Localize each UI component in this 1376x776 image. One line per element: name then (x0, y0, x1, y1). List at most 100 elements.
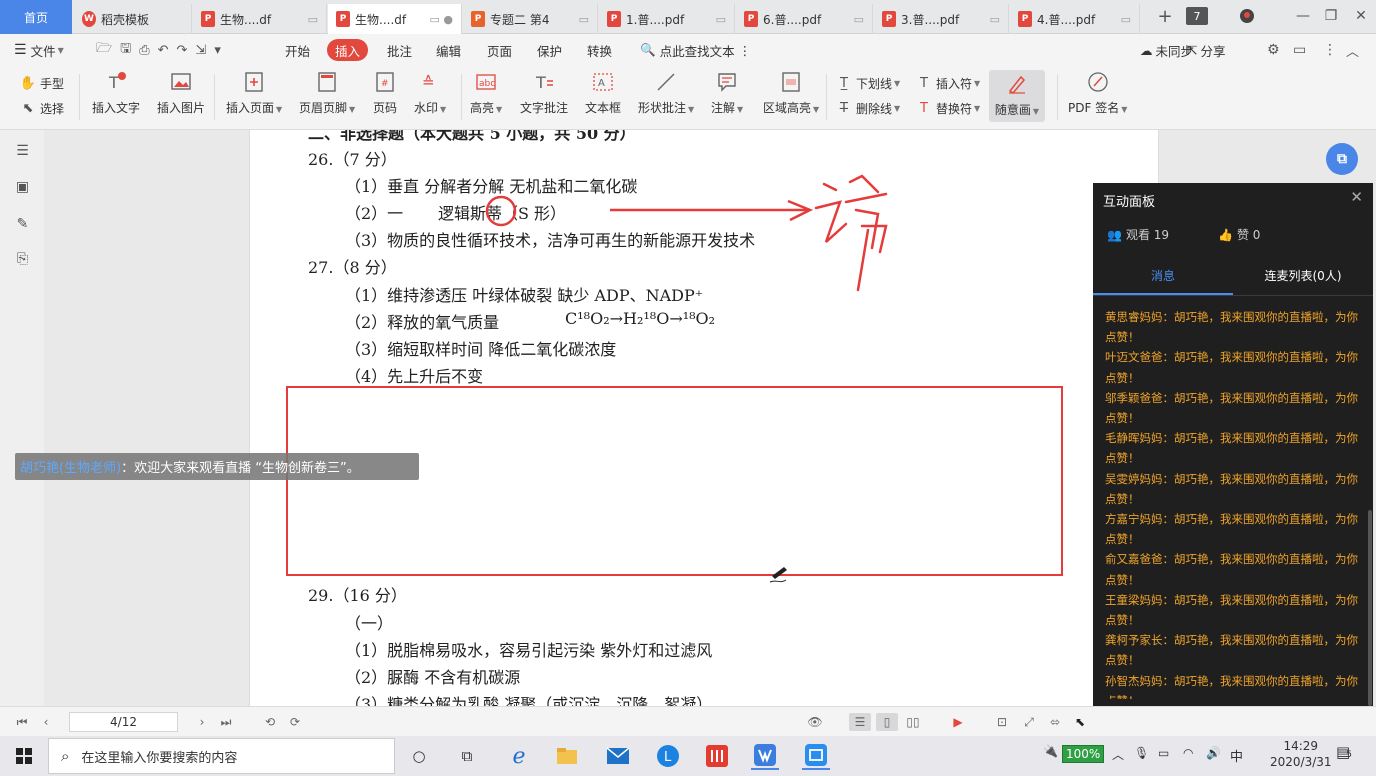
last-page-icon[interactable]: ⏭ (218, 713, 234, 731)
more-icon[interactable]: ⋮ (1323, 34, 1337, 66)
save-icon[interactable]: 🖫 (120, 39, 139, 61)
area-highlight-button[interactable]: 区域高亮 ▼ (763, 70, 819, 116)
export-icon[interactable]: ⇲ (195, 43, 214, 58)
forward-icon[interactable]: ⟳ (287, 713, 303, 731)
clock[interactable]: 14:29 2020/3/31 (1270, 739, 1332, 769)
menu-tab-insert[interactable]: 插入 (327, 39, 369, 61)
attachment-icon[interactable]: ⎘ (14, 250, 31, 267)
freehand-button[interactable]: 随意画 ▼ (989, 70, 1045, 122)
cortana-icon[interactable]: ○ (405, 742, 433, 770)
volume-icon[interactable]: 🔊 (1206, 746, 1221, 760)
message-list[interactable]: 黄思睿妈妈：胡巧艳，我来围观你的直播啦，为你点赞！ 叶迈文爸爸：胡巧艳，我来围观你… (1105, 307, 1363, 699)
message-scrollbar[interactable] (1368, 510, 1372, 706)
open-icon[interactable]: 🗁 (96, 39, 120, 61)
select-tool[interactable]: ⬉ 选择 (20, 100, 64, 117)
app-l-icon[interactable]: L (654, 742, 682, 770)
prev-page-icon[interactable]: ‹ (38, 713, 54, 731)
more-icon[interactable]: ▾ (214, 43, 229, 58)
floating-tool-icon[interactable]: ⧉ (1326, 143, 1358, 175)
edge-icon[interactable]: ℯ (505, 742, 533, 770)
tab-mic-list[interactable]: 连麦列表(0人) (1233, 267, 1373, 284)
collapse-ribbon-icon[interactable]: ︿ (1346, 34, 1359, 66)
menu-tab-edit[interactable]: 编辑 (436, 34, 461, 66)
tab-docer[interactable]: W 稻壳模板 (74, 4, 192, 34)
insert-text-button[interactable]: T 插入文字 (92, 70, 140, 116)
pdf-page[interactable]: 二、非选择题（本大题共 5 小题，共 50 分） 26.（7 分） （1）垂直 … (249, 130, 1159, 706)
single-page-icon[interactable]: ▯ (876, 713, 898, 731)
play-icon[interactable]: ▶ (948, 713, 968, 731)
share-button[interactable]: ⇱ 分享 (1187, 34, 1226, 66)
tab-home[interactable]: 首页 (0, 0, 72, 34)
continuous-view-icon[interactable]: ☰ (849, 713, 871, 731)
tab-document[interactable]: P 6.普....pdf ▭ (736, 4, 873, 34)
header-footer-button[interactable]: 页眉页脚 ▼ (299, 70, 355, 116)
hand-tool[interactable]: ✋ 手型 (20, 75, 64, 92)
taskbar-search[interactable]: ⌕ 在这里输入你要搜索的内容 (48, 738, 395, 774)
file-menu[interactable]: ☰ 文件 ▼ (14, 34, 64, 66)
close-icon[interactable]: ✕ (1350, 188, 1363, 206)
textbox-button[interactable]: A 文本框 (585, 70, 621, 116)
drawn-rectangle-annotation[interactable] (286, 386, 1063, 576)
insert-page-button[interactable]: 插入页面 ▼ (226, 70, 282, 116)
tab-document[interactable]: P 3.普....pdf ▭ (874, 4, 1009, 34)
task-view-icon[interactable]: ⧉ (453, 742, 481, 770)
thumbnail-icon[interactable]: ▣ (14, 178, 31, 195)
tab-document[interactable]: P 生物....df ▭ (193, 4, 327, 34)
quick-access-toolbar[interactable]: 🗁 🖫 ⎙ ↶ ↷ ⇲ ▾ (96, 34, 229, 66)
text-comment-button[interactable]: T 文字批注 (520, 70, 568, 116)
outline-icon[interactable]: ☰ (14, 142, 31, 159)
tab-messages[interactable]: 消息 (1093, 267, 1233, 284)
minimize-icon[interactable]: — (1290, 4, 1316, 28)
next-page-icon[interactable]: › (194, 713, 210, 731)
tab-document-active[interactable]: P 生物....df ▭ ● (328, 4, 462, 34)
windows-start-icon[interactable] (10, 742, 38, 770)
menu-tab-convert[interactable]: 转换 (587, 34, 612, 66)
menu-tab-protect[interactable]: 保护 (537, 34, 562, 66)
page-number-button[interactable]: # 页码 (373, 70, 397, 116)
battery-icon[interactable]: ▭ (1158, 746, 1169, 760)
replace-mark-button[interactable]: T 替换符 ▼ (916, 100, 980, 117)
highlight-button[interactable]: abc 高亮 ▼ (470, 70, 502, 116)
double-page-icon[interactable]: ▯▯ (902, 713, 924, 731)
live-app-icon[interactable] (802, 742, 830, 770)
sync-status[interactable]: ☁ 未同步 (1140, 34, 1193, 66)
comment-icon[interactable]: ▭ (1293, 34, 1306, 66)
like-count[interactable]: 👍 赞 0 (1218, 226, 1260, 243)
page-number-input[interactable]: 4/12 (69, 712, 178, 732)
undo-icon[interactable]: ↶ (158, 43, 177, 58)
tab-document[interactable]: P 4.普....pdf ▭ (1010, 4, 1140, 34)
annotation-list-icon[interactable]: ✎ (14, 215, 31, 232)
back-icon[interactable]: ⟲ (262, 713, 278, 731)
app-red-icon[interactable] (703, 742, 731, 770)
tab-document[interactable]: P 1.普....pdf ▭ (599, 4, 735, 34)
mail-icon[interactable] (604, 742, 632, 770)
insert-image-button[interactable]: 插入图片 (157, 70, 205, 116)
restore-icon[interactable]: ❐ (1318, 4, 1344, 28)
fit-page-icon[interactable]: ⤢ (1020, 713, 1038, 731)
strikethrough-button[interactable]: T̶ 删除线 ▼ (836, 100, 900, 117)
power-plug-icon[interactable]: 🔌 (1043, 744, 1058, 758)
show-hidden-icons[interactable]: ︿ (1112, 746, 1124, 763)
watermark-button[interactable]: ≙ 水印 ▼ (414, 70, 446, 116)
menu-tab-comment[interactable]: 批注 (387, 34, 412, 66)
tab-count-badge[interactable]: 7 (1186, 7, 1208, 25)
tab-document[interactable]: P 专题二 第4 ▭ (463, 4, 598, 34)
eye-protection-icon[interactable]: 👁 (806, 713, 824, 731)
insert-mark-button[interactable]: T 插入符 ▼ (916, 75, 980, 92)
shape-comment-button[interactable]: 形状批注 ▼ (638, 70, 694, 116)
file-explorer-icon[interactable] (553, 742, 581, 770)
wps-pdf-icon[interactable] (751, 742, 779, 770)
close-icon[interactable]: ✕ (1348, 4, 1374, 28)
underline-button[interactable]: T̲ 下划线 ▼ (836, 75, 900, 92)
battery-percent[interactable]: 100% (1062, 745, 1105, 763)
new-tab-button[interactable]: + (1152, 4, 1178, 28)
settings-icon[interactable]: ⚙ (1267, 34, 1280, 66)
menu-tab-start[interactable]: 开始 (285, 34, 310, 66)
wifi-icon[interactable]: ◠ (1183, 746, 1193, 760)
fit-width-icon[interactable]: ⬄ (1046, 713, 1064, 731)
microphone-icon[interactable]: 🎙 (1134, 746, 1149, 760)
first-page-icon[interactable]: ⏮ (14, 713, 30, 731)
menu-tab-page[interactable]: 页面 (487, 34, 512, 66)
print-icon[interactable]: ⎙ (139, 43, 157, 58)
notifications-icon[interactable]: ▤5 (1336, 743, 1352, 761)
